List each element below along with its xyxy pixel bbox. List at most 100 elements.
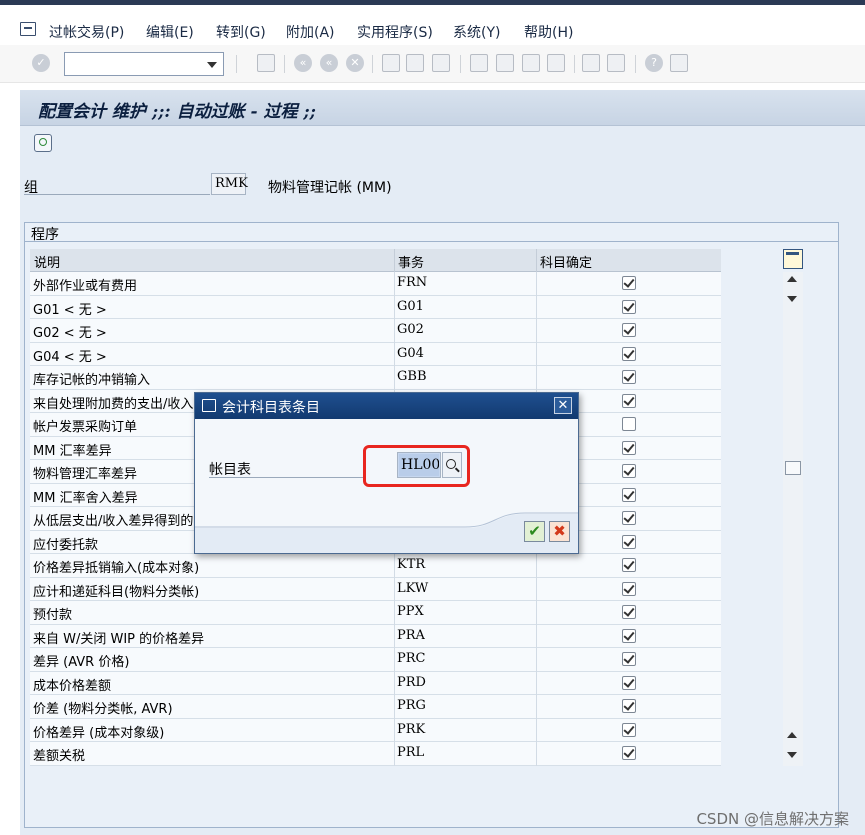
account-determination-checkbox[interactable] (622, 652, 636, 666)
account-determination-checkbox[interactable] (622, 276, 636, 290)
command-field[interactable] (64, 52, 224, 76)
row-transaction-code: PRG (397, 698, 426, 713)
account-determination-checkbox[interactable] (622, 511, 636, 525)
menu-icon[interactable] (20, 22, 36, 36)
column-separator (536, 295, 537, 319)
find-icon[interactable] (406, 54, 424, 72)
toolbar-separator (284, 55, 285, 73)
table-row[interactable]: 价格差异 (成本对象级) PRK (30, 718, 721, 742)
account-determination-checkbox[interactable] (622, 699, 636, 713)
save-icon[interactable] (257, 54, 275, 72)
group-value-field[interactable]: RMK (211, 173, 248, 195)
account-determination-checkbox[interactable] (622, 393, 636, 408)
table-row[interactable]: G02 < 无 > G02 (30, 319, 721, 343)
row-description: 应付委托款 (33, 537, 99, 553)
column-header-description[interactable]: 说明 (34, 252, 60, 271)
dialog-title-bar: 会计科目表条目 ✕ (195, 393, 578, 419)
close-icon[interactable]: ✕ (554, 397, 572, 414)
row-description: G02 < 无 > (33, 326, 107, 341)
account-determination-checkbox[interactable] (622, 558, 636, 572)
vertical-scrollbar[interactable] (783, 272, 803, 766)
table-settings-icon[interactable] (783, 249, 803, 269)
menu-item-goto[interactable]: 转到(G) (216, 22, 266, 42)
row-description: 价差 (物料分类帐, AVR) (33, 702, 173, 717)
table-row[interactable]: G04 < 无 > G04 (30, 342, 721, 366)
next-page-icon[interactable] (522, 54, 540, 72)
table-row[interactable]: 库存记帐的冲销输入 GBB (30, 366, 721, 390)
row-description: G04 < 无 > (33, 349, 107, 365)
help-icon[interactable]: ? (645, 54, 663, 72)
account-determination-checkbox[interactable] (622, 722, 636, 737)
account-determination-checkbox[interactable] (622, 605, 636, 619)
account-determination-checkbox[interactable] (622, 487, 636, 502)
prev-page-icon[interactable] (496, 54, 514, 72)
create-session-icon[interactable] (582, 54, 600, 72)
scroll-down-icon[interactable] (787, 296, 797, 302)
chart-of-accounts-dialog: 会计科目表条目 ✕ 帐目表 ✔ ✖ (194, 392, 579, 554)
table-row[interactable]: 应计和递延科目(物料分类帐) LKW (30, 577, 721, 601)
exit-icon[interactable]: « (320, 54, 338, 72)
account-determination-checkbox[interactable] (622, 346, 636, 361)
cancel-button[interactable]: ✖ (549, 521, 570, 542)
row-description: 价格差异抵销输入(成本对象) (33, 561, 200, 576)
account-determination-checkbox[interactable] (622, 534, 636, 549)
find-next-icon[interactable] (432, 54, 450, 72)
table-row[interactable]: G01 < 无 > G01 (30, 295, 721, 319)
table-row[interactable]: 差额关税 PRL (30, 742, 721, 766)
column-separator (394, 624, 395, 648)
menu-item-help[interactable]: 帮助(H) (524, 22, 573, 42)
table-row[interactable]: 价格差异抵销输入(成本对象) KTR (30, 554, 721, 578)
first-page-icon[interactable] (470, 54, 488, 72)
table-row[interactable]: 外部作业或有费用 FRN (30, 272, 721, 296)
column-separator (394, 671, 395, 695)
menu-item-system[interactable]: 系统(Y) (453, 22, 500, 42)
scroll-up-icon[interactable] (787, 276, 797, 282)
account-determination-checkbox[interactable] (622, 299, 636, 314)
enter-icon[interactable]: ✓ (32, 54, 50, 72)
account-determination-checkbox[interactable] (622, 581, 636, 596)
table-row[interactable]: 差异 (AVR 价格) PRC (30, 648, 721, 672)
account-determination-checkbox[interactable] (622, 675, 636, 690)
row-transaction-code: PRC (397, 651, 426, 666)
display-change-icon[interactable] (34, 134, 52, 152)
last-page-icon[interactable] (547, 54, 565, 72)
account-determination-checkbox[interactable] (622, 370, 636, 384)
menu-item-posting[interactable]: 过帐交易(P) (49, 22, 124, 42)
row-description: 成本价格差额 (33, 678, 112, 694)
account-determination-checkbox[interactable] (622, 323, 636, 337)
column-separator (536, 554, 537, 578)
column-separator (394, 648, 395, 672)
column-header-account-determination[interactable]: 科目确定 (540, 252, 592, 271)
label-underline (209, 477, 364, 478)
toolbar-separator (635, 55, 636, 73)
row-description: 帐户发票采购订单 (33, 420, 138, 435)
back-icon[interactable]: « (294, 54, 312, 72)
table-row[interactable]: 预付款 PPX (30, 601, 721, 625)
customize-layout-icon[interactable] (670, 54, 688, 72)
account-determination-checkbox[interactable] (622, 746, 636, 760)
table-row[interactable]: 来自 W/关闭 WIP 的价格差异 PRA (30, 624, 721, 648)
table-row[interactable]: 价差 (物料分类帐, AVR) PRG (30, 695, 721, 719)
scroll-up-icon[interactable] (787, 732, 797, 738)
scroll-down-icon[interactable] (787, 752, 797, 758)
account-determination-checkbox[interactable] (622, 628, 636, 643)
table-row[interactable]: 成本价格差额 PRD (30, 671, 721, 695)
menu-item-edit[interactable]: 编辑(E) (146, 22, 194, 42)
print-icon[interactable] (382, 54, 400, 72)
column-separator (394, 718, 395, 742)
row-transaction-code: G04 (397, 345, 424, 361)
row-description: 价格差异 (成本对象级) (33, 725, 165, 741)
confirm-button[interactable]: ✔ (524, 521, 545, 542)
scrollbar-thumb[interactable] (785, 461, 801, 475)
column-separator (394, 272, 395, 296)
account-determination-checkbox[interactable] (622, 464, 636, 478)
menu-item-utilities[interactable]: 实用程序(S) (357, 22, 433, 42)
column-header-transaction[interactable]: 事务 (398, 252, 424, 271)
account-determination-checkbox[interactable] (622, 440, 636, 455)
cancel-icon[interactable]: ✕ (346, 54, 364, 72)
column-separator (536, 272, 537, 296)
shortcut-icon[interactable] (607, 54, 625, 72)
chevron-down-icon[interactable] (207, 62, 217, 68)
menu-item-extras[interactable]: 附加(A) (286, 22, 335, 42)
account-determination-checkbox[interactable] (622, 417, 636, 431)
